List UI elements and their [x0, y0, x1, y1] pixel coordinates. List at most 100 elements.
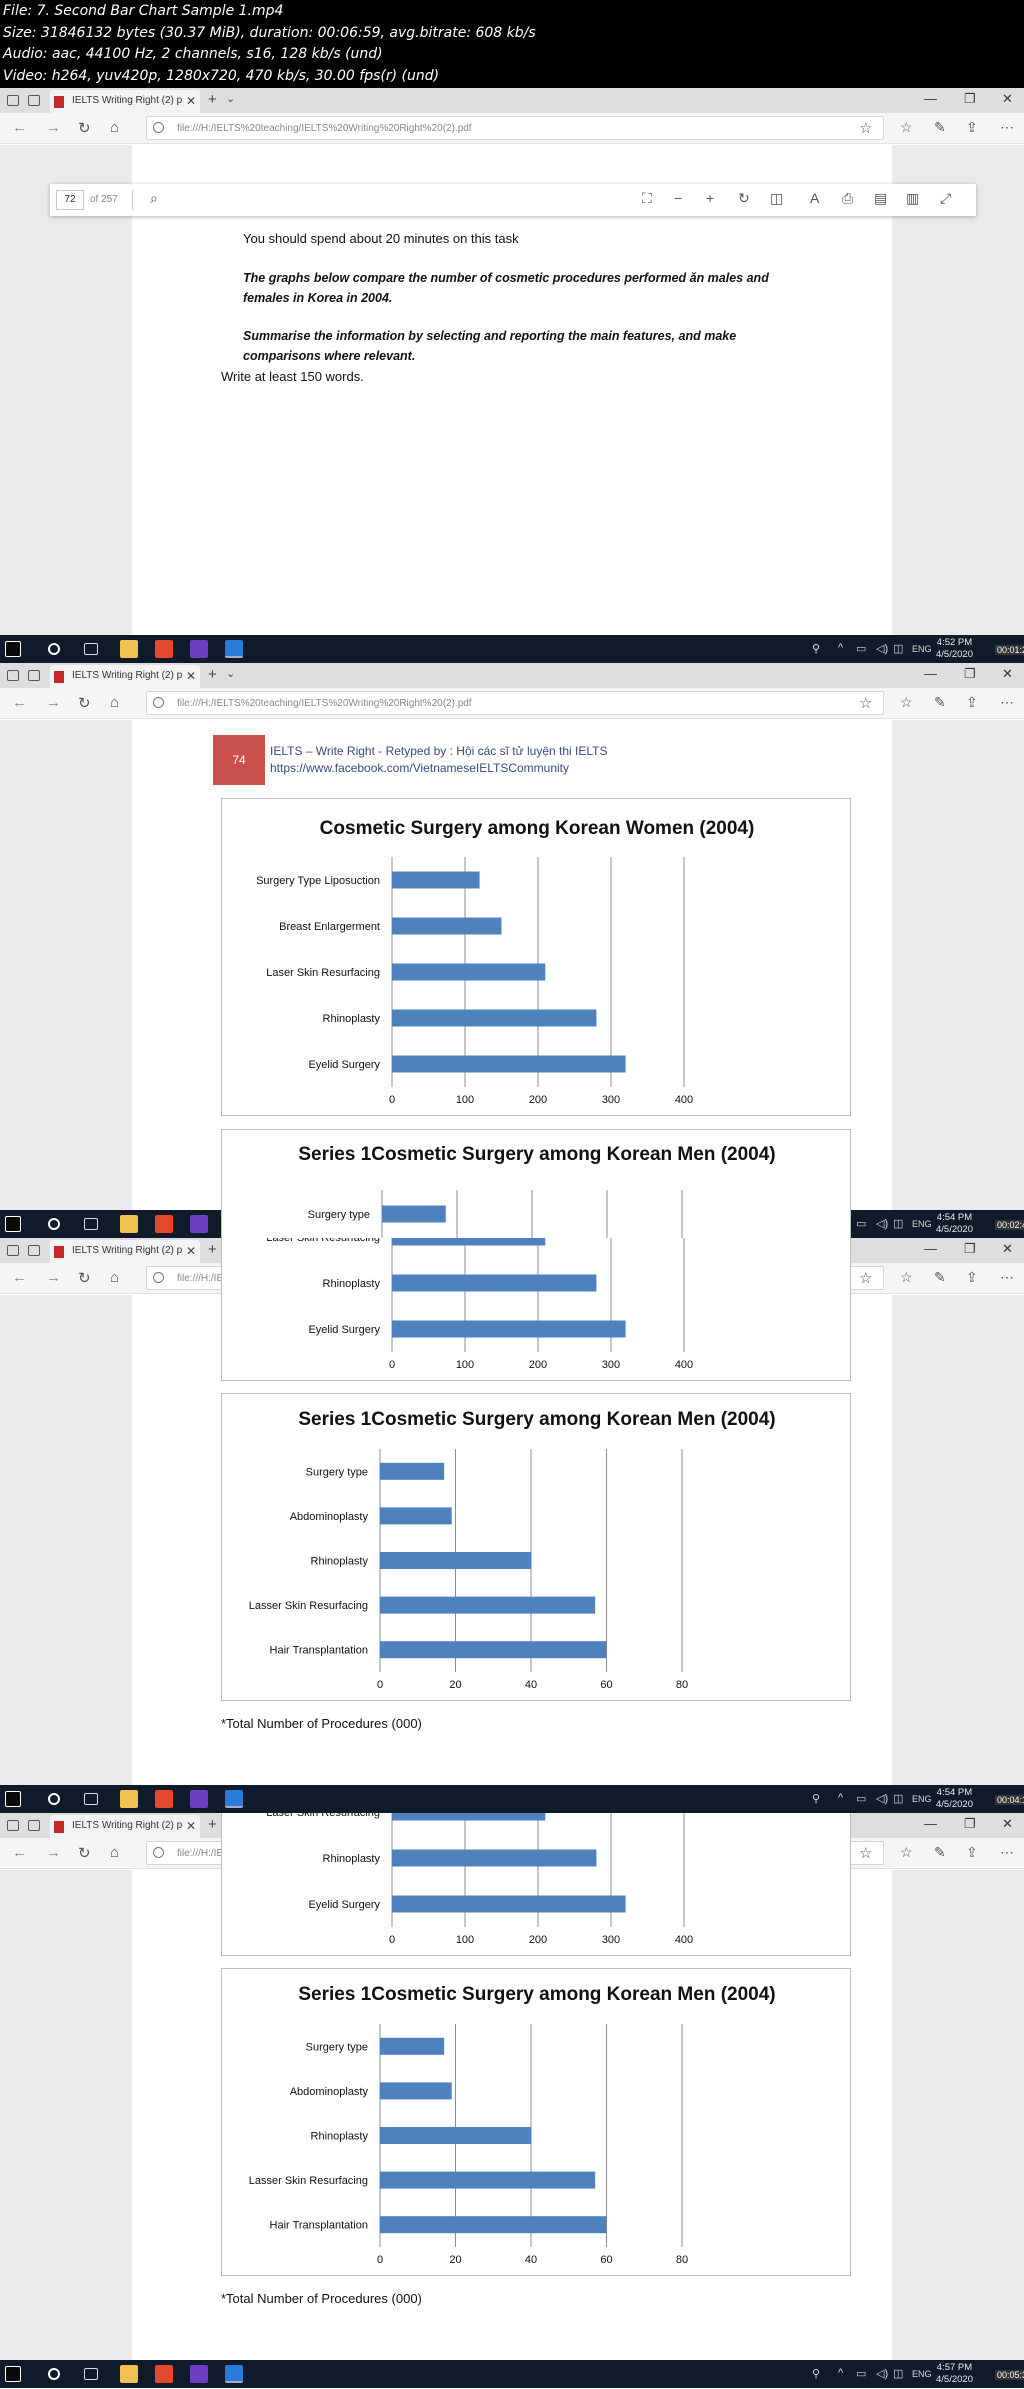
maximize-icon[interactable]: ❐	[964, 1241, 976, 1257]
minimize-icon[interactable]: —	[924, 1816, 937, 1831]
home-icon[interactable]: ⌂	[110, 1269, 119, 1286]
language-indicator[interactable]: ENG	[912, 644, 932, 654]
clock[interactable]: 4:54 PM 4/5/2020	[936, 1787, 973, 1811]
volume-icon[interactable]: ◁)	[876, 1217, 888, 1230]
people-icon[interactable]: ⚲	[812, 2367, 820, 2380]
search-icon[interactable]: ⌕	[150, 190, 158, 207]
tab-list-icon[interactable]: ⌄	[226, 92, 235, 105]
task-view-icon[interactable]	[84, 643, 98, 655]
tab-pdf[interactable]: IELTS Writing Right (2) p ✕	[50, 1240, 200, 1263]
favorites-icon[interactable]: ☆	[900, 1844, 913, 1861]
tray-arrow-icon[interactable]: ^	[838, 1792, 843, 1804]
arrow-right-icon[interactable]: →	[46, 1844, 61, 1861]
tab-pdf[interactable]: IELTS Writing Right (2) p ✕	[50, 665, 200, 688]
app-icon[interactable]	[155, 1215, 173, 1233]
more-icon[interactable]: ⋯	[1000, 119, 1014, 136]
save-icon[interactable]: ▤	[874, 190, 887, 207]
arrow-right-icon[interactable]: →	[46, 694, 61, 711]
visual-studio-icon[interactable]	[190, 2365, 208, 2383]
star-icon[interactable]: ☆	[859, 694, 872, 712]
minimize-icon[interactable]: —	[924, 666, 937, 681]
fullscreen-icon[interactable]: ⤢	[940, 190, 951, 207]
volume-icon[interactable]: ◁)	[876, 1792, 888, 1805]
close-window-icon[interactable]: ✕	[1002, 91, 1013, 107]
new-tab-icon[interactable]: +	[208, 91, 217, 108]
arrow-left-icon[interactable]: ←	[12, 694, 27, 711]
language-indicator[interactable]: ENG	[912, 2369, 932, 2379]
app-icon[interactable]	[155, 640, 173, 658]
arrow-right-icon[interactable]: →	[46, 119, 61, 136]
rotate-icon[interactable]: ↻	[738, 190, 750, 207]
network-icon[interactable]: ▭	[856, 1792, 866, 1805]
close-tab-icon[interactable]: ✕	[186, 94, 196, 108]
close-tab-icon[interactable]: ✕	[186, 1244, 196, 1258]
search-icon[interactable]	[48, 643, 60, 655]
star-icon[interactable]: ☆	[859, 1269, 872, 1287]
tab-actions-icon[interactable]	[7, 1820, 19, 1831]
file-explorer-icon[interactable]	[120, 640, 138, 658]
new-tab-icon[interactable]: +	[208, 1241, 217, 1258]
ime-icon[interactable]: ◫	[893, 642, 903, 655]
info-icon[interactable]	[153, 1272, 164, 1283]
home-icon[interactable]: ⌂	[110, 1844, 119, 1861]
print-icon[interactable]: ⎙	[842, 190, 853, 207]
app-icon[interactable]	[155, 2365, 173, 2383]
refresh-icon[interactable]: ↻	[78, 694, 91, 712]
info-icon[interactable]	[153, 697, 164, 708]
search-icon[interactable]	[48, 1218, 60, 1230]
pen-icon[interactable]: ✎	[934, 119, 946, 136]
clock[interactable]: 4:52 PM 4/5/2020	[936, 637, 973, 661]
tab-actions-icon[interactable]	[7, 1245, 19, 1256]
zoom-in-icon[interactable]: +	[706, 190, 714, 206]
network-icon[interactable]: ▭	[856, 1217, 866, 1230]
task-view-icon[interactable]	[84, 1218, 98, 1230]
arrow-right-icon[interactable]: →	[46, 1269, 61, 1286]
close-tab-icon[interactable]: ✕	[186, 669, 196, 683]
tab-actions-icon[interactable]	[7, 95, 19, 106]
page-number-input[interactable]: 72	[56, 190, 84, 210]
more-icon[interactable]: ⋯	[1000, 1269, 1014, 1286]
task-view-icon[interactable]	[84, 1793, 98, 1805]
close-window-icon[interactable]: ✕	[1002, 1241, 1013, 1257]
windows-start-icon[interactable]	[5, 1216, 21, 1232]
home-icon[interactable]: ⌂	[110, 119, 119, 136]
tab-list-icon[interactable]: ⌄	[226, 667, 235, 680]
refresh-icon[interactable]: ↻	[78, 119, 91, 137]
url-field[interactable]: file:///H:/IELTS%20teaching/IELTS%20Writ…	[146, 116, 884, 140]
star-icon[interactable]: ☆	[859, 119, 872, 137]
url-field[interactable]: file:///H:/IELTS%20teaching/IELTS%20Writ…	[146, 691, 884, 715]
minimize-icon[interactable]: —	[924, 1241, 937, 1256]
zoom-out-icon[interactable]: −	[674, 190, 682, 206]
favorites-icon[interactable]: ☆	[900, 119, 913, 136]
task-view-icon[interactable]	[84, 2368, 98, 2380]
language-indicator[interactable]: ENG	[912, 1794, 932, 1804]
pen-icon[interactable]: ✎	[934, 694, 946, 711]
volume-icon[interactable]: ◁)	[876, 2367, 888, 2380]
arrow-left-icon[interactable]: ←	[12, 119, 27, 136]
share-icon[interactable]: ⇪	[966, 119, 978, 136]
edge-icon[interactable]	[225, 1790, 243, 1808]
ime-icon[interactable]: ◫	[893, 2367, 903, 2380]
pen-icon[interactable]: ✎	[934, 1844, 946, 1861]
visual-studio-icon[interactable]	[190, 640, 208, 658]
windows-start-icon[interactable]	[5, 1791, 21, 1807]
save-as-icon[interactable]: ▥	[906, 190, 919, 207]
windows-start-icon[interactable]	[5, 641, 21, 657]
info-icon[interactable]	[153, 1847, 164, 1858]
tab-preview-icon[interactable]	[28, 1245, 40, 1256]
edge-icon[interactable]	[225, 640, 243, 658]
language-indicator[interactable]: ENG	[912, 1219, 932, 1229]
share-icon[interactable]: ⇪	[966, 1269, 978, 1286]
tab-preview-icon[interactable]	[28, 1820, 40, 1831]
close-tab-icon[interactable]: ✕	[186, 1819, 196, 1833]
search-icon[interactable]	[48, 1793, 60, 1805]
header-link[interactable]: https://www.facebook.com/VietnameseIELTS…	[270, 760, 608, 777]
close-window-icon[interactable]: ✕	[1002, 666, 1013, 682]
tab-preview-icon[interactable]	[28, 670, 40, 681]
share-icon[interactable]: ⇪	[966, 694, 978, 711]
volume-icon[interactable]: ◁)	[876, 642, 888, 655]
maximize-icon[interactable]: ❐	[964, 91, 976, 107]
new-tab-icon[interactable]: +	[208, 666, 217, 683]
refresh-icon[interactable]: ↻	[78, 1269, 91, 1287]
tray-arrow-icon[interactable]: ^	[838, 642, 843, 654]
